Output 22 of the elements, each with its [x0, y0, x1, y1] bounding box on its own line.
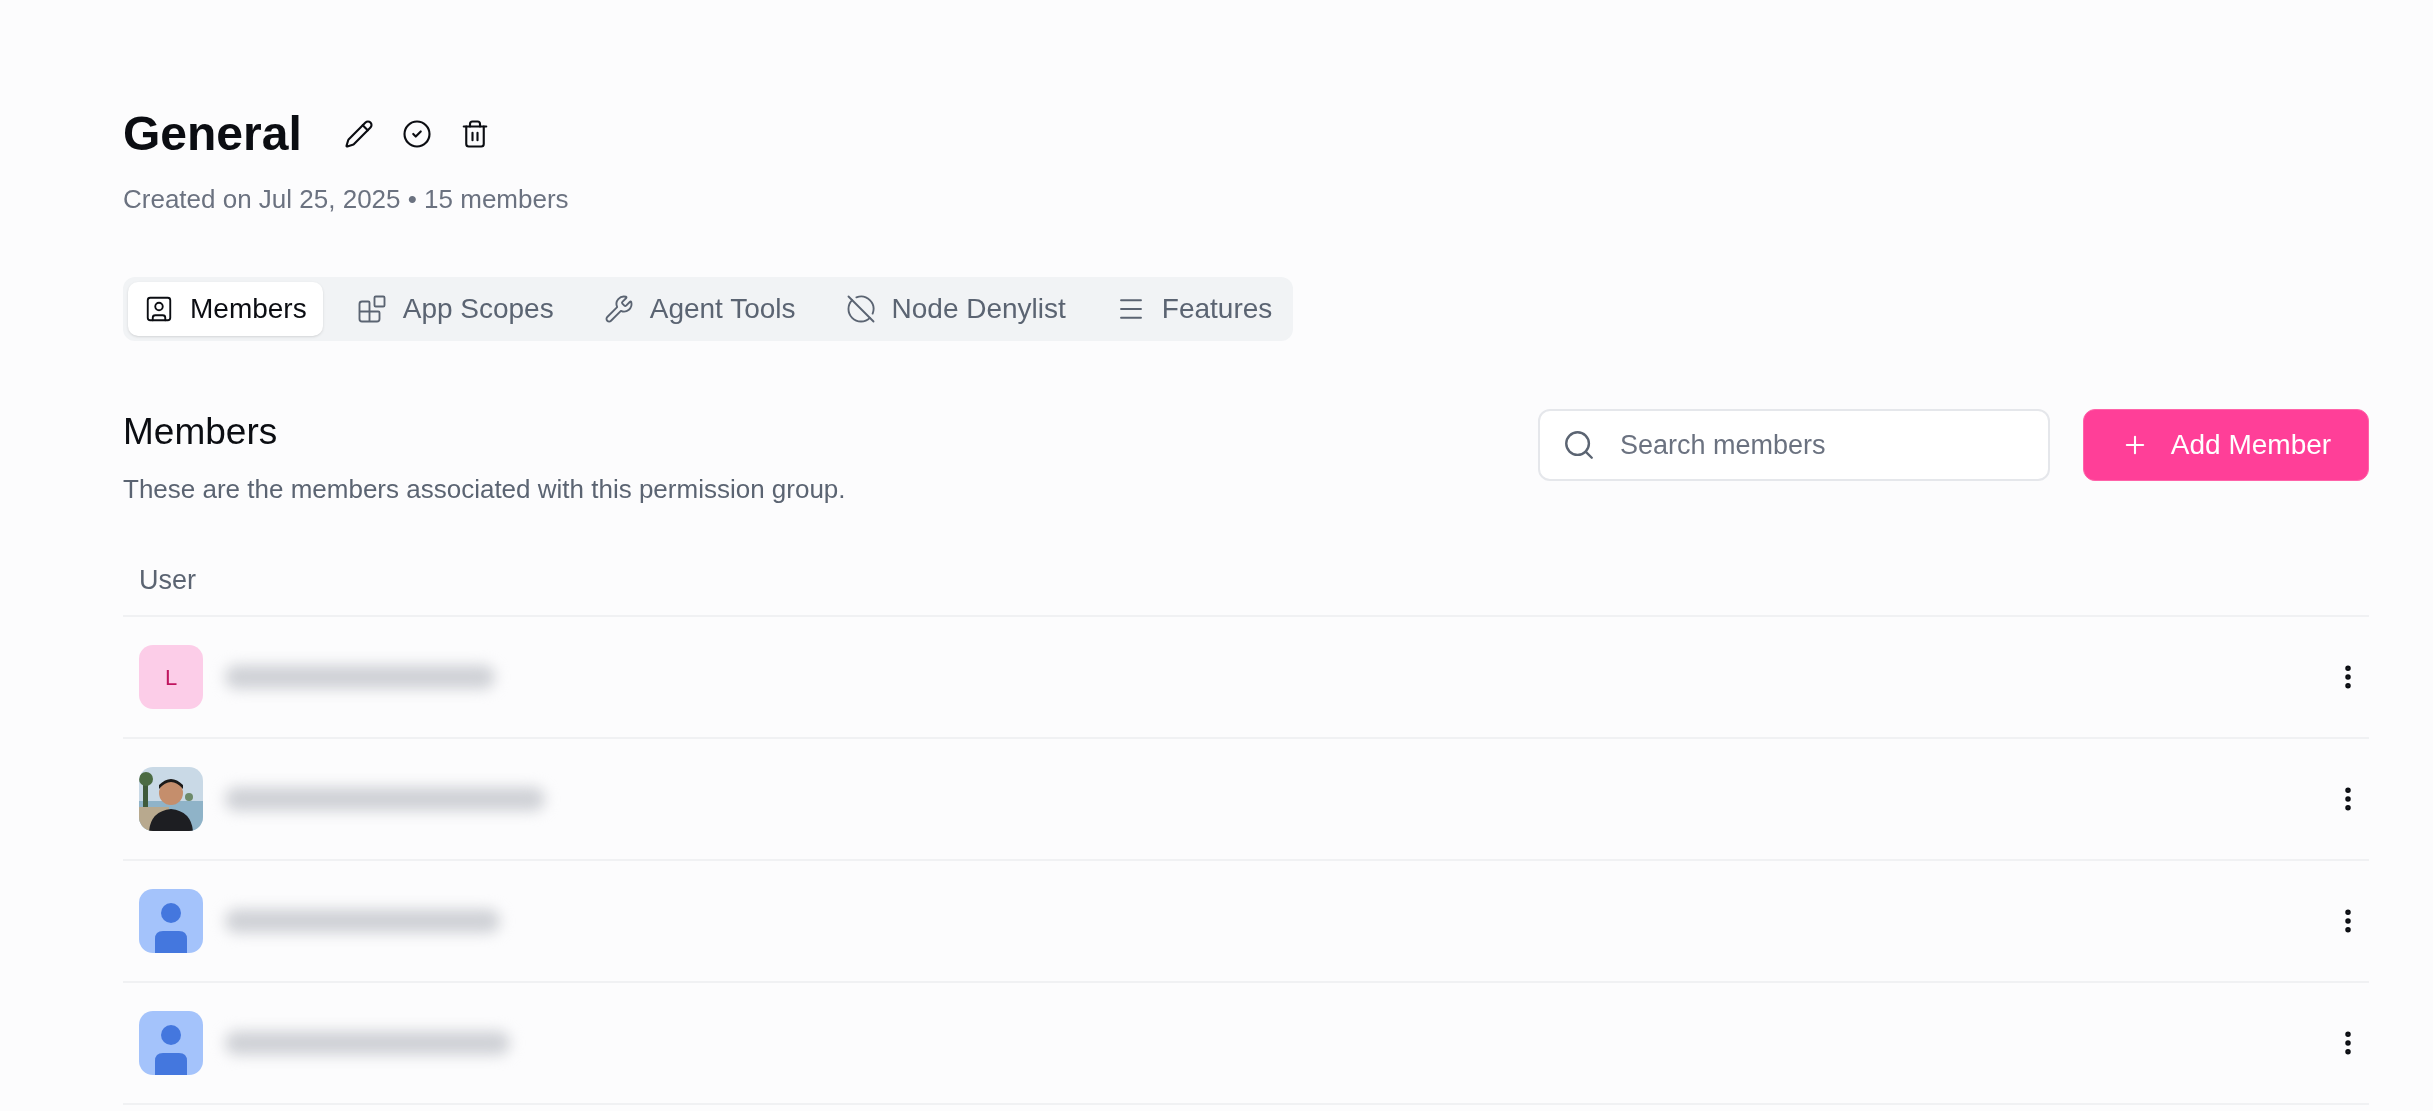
page-subtitle: Created on Jul 25, 2025 • 15 members	[123, 183, 570, 216]
initial-avatar: L	[139, 645, 203, 709]
section-title: Members	[123, 413, 279, 450]
check-circle-icon[interactable]	[401, 119, 432, 149]
search-field[interactable]: Search members	[1538, 409, 2050, 481]
column-header: User	[139, 563, 196, 597]
search-icon	[1562, 428, 1596, 462]
tab[interactable]: Members	[128, 282, 323, 336]
wrench-icon	[603, 294, 634, 324]
tab[interactable]: Node Denylist	[829, 282, 1082, 336]
tab[interactable]: App Scopes	[340, 282, 570, 336]
section-description: These are the members associated with this permission group.	[123, 473, 846, 506]
slashed-circle-icon	[845, 294, 876, 324]
tab[interactable]: Features	[1099, 282, 1289, 336]
user-avatar	[139, 889, 203, 953]
add-member-button[interactable]: Add Member	[2083, 409, 2369, 481]
edit-icon[interactable]	[343, 119, 374, 149]
blocks-icon	[356, 294, 387, 324]
tab[interactable]: Agent Tools	[587, 282, 812, 336]
contact-card-icon	[144, 294, 174, 324]
user-avatar	[139, 1011, 203, 1075]
page-title: General	[123, 110, 302, 158]
